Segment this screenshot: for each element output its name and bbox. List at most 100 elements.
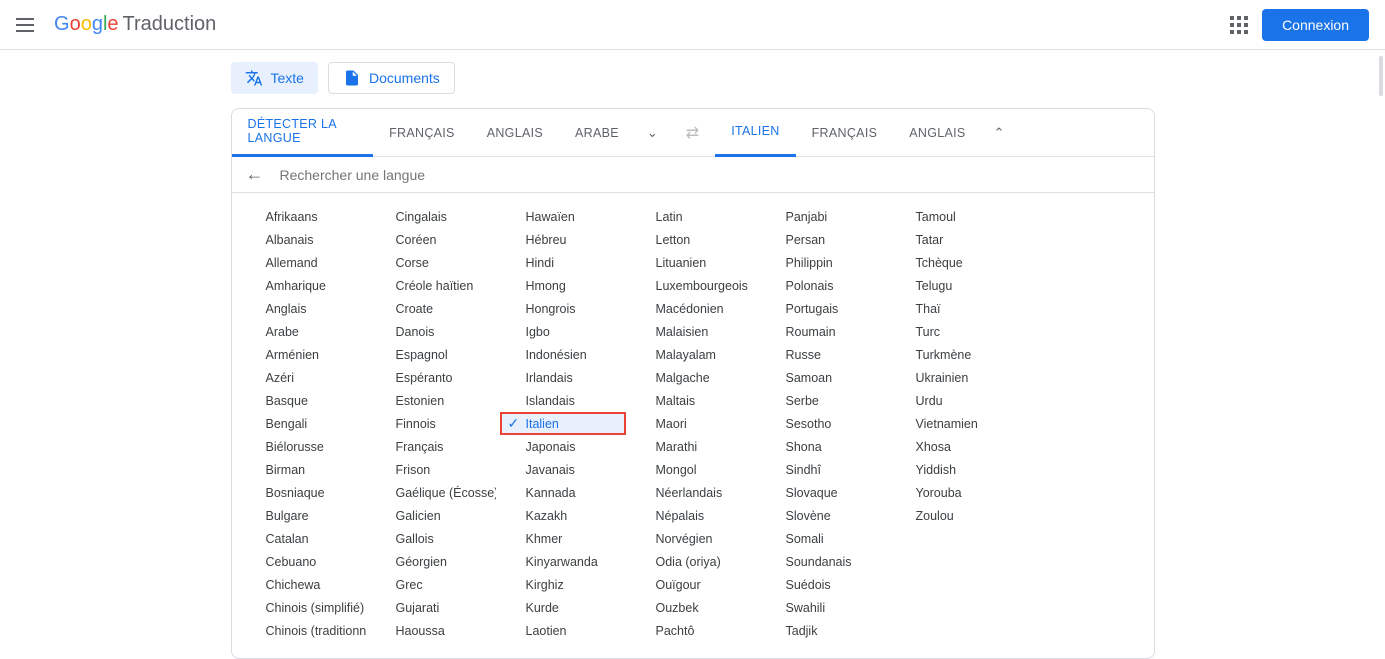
language-option[interactable]: Espéranto [370,366,496,389]
language-option[interactable]: Ouïgour [630,573,756,596]
language-option[interactable]: Panjabi [760,205,886,228]
language-option[interactable]: Kannada [500,481,626,504]
language-option[interactable]: Kazakh [500,504,626,527]
language-option[interactable]: Bosniaque [240,481,366,504]
language-option[interactable]: Macédonien [630,297,756,320]
language-option[interactable]: Tchèque [890,251,1016,274]
language-option[interactable]: Bengali [240,412,366,435]
language-option[interactable]: Thaï [890,297,1016,320]
language-option[interactable]: Zoulou [890,504,1016,527]
source-tab[interactable]: FRANÇAIS [373,109,471,157]
language-option[interactable]: Croate [370,297,496,320]
chevron-up-icon[interactable]: ⌃ [982,125,1017,141]
language-option[interactable]: Gaélique (Écosse) [370,481,496,504]
language-option[interactable]: Turc [890,320,1016,343]
language-option[interactable]: Irlandais [500,366,626,389]
language-option[interactable]: Hongrois [500,297,626,320]
language-option[interactable]: Maltais [630,389,756,412]
language-option[interactable]: Roumain [760,320,886,343]
language-option[interactable]: Hébreu [500,228,626,251]
language-option[interactable]: Xhosa [890,435,1016,458]
language-option[interactable]: Estonien [370,389,496,412]
language-option[interactable]: Birman [240,458,366,481]
mode-documents[interactable]: Documents [328,62,455,94]
scrollbar[interactable] [1379,56,1383,96]
language-option[interactable]: Hawaïen [500,205,626,228]
language-option[interactable]: Catalan [240,527,366,550]
language-option[interactable]: Chinois (simplifié) [240,596,366,619]
language-option[interactable]: Indonésien [500,343,626,366]
language-option[interactable]: Allemand [240,251,366,274]
language-option[interactable]: Corse [370,251,496,274]
language-option[interactable]: Tatar [890,228,1016,251]
language-option[interactable]: Gallois [370,527,496,550]
logo[interactable]: G o o g l e Traduction [54,13,216,36]
language-option[interactable]: Kinyarwanda [500,550,626,573]
language-option[interactable]: Hindi [500,251,626,274]
language-option[interactable]: Laotien [500,619,626,642]
language-option[interactable]: Maori [630,412,756,435]
language-option[interactable]: Yorouba [890,481,1016,504]
language-option[interactable]: Gujarati [370,596,496,619]
language-option[interactable]: Galicien [370,504,496,527]
language-option[interactable]: Tadjik [760,619,886,642]
source-tab[interactable]: ARABE [559,109,635,157]
language-option[interactable]: Islandais [500,389,626,412]
language-option[interactable]: Swahili [760,596,886,619]
language-option[interactable]: Afrikaans [240,205,366,228]
language-option[interactable]: Khmer [500,527,626,550]
language-option[interactable]: Luxembourgeois [630,274,756,297]
language-option[interactable]: Telugu [890,274,1016,297]
language-option[interactable]: Urdu [890,389,1016,412]
language-option[interactable]: Suédois [760,573,886,596]
language-option[interactable]: Bulgare [240,504,366,527]
language-option[interactable]: Samoan [760,366,886,389]
language-option[interactable]: Kirghiz [500,573,626,596]
language-option[interactable]: Créole haïtien [370,274,496,297]
language-option[interactable]: Géorgien [370,550,496,573]
language-option[interactable]: Marathi [630,435,756,458]
language-option[interactable]: Basque [240,389,366,412]
language-option[interactable]: Haoussa [370,619,496,642]
language-option[interactable]: Soundanais [760,550,886,573]
language-option[interactable]: Shona [760,435,886,458]
language-option[interactable]: Malayalam [630,343,756,366]
language-option[interactable]: Pachtô [630,619,756,642]
target-tab[interactable]: FRANÇAIS [796,109,894,157]
language-option[interactable]: Arménien [240,343,366,366]
language-option[interactable]: Népalais [630,504,756,527]
language-option[interactable]: Cingalais [370,205,496,228]
language-option[interactable]: Ouzbek [630,596,756,619]
language-option[interactable]: Malaisien [630,320,756,343]
language-option[interactable]: Arabe [240,320,366,343]
language-option[interactable]: Japonais [500,435,626,458]
language-option[interactable]: Sindhî [760,458,886,481]
language-option[interactable]: ✓Italien [500,412,626,435]
language-option[interactable]: Portugais [760,297,886,320]
language-option[interactable]: Espagnol [370,343,496,366]
language-option[interactable]: Philippin [760,251,886,274]
language-option[interactable]: Hmong [500,274,626,297]
language-option[interactable]: Polonais [760,274,886,297]
language-option[interactable]: Serbe [760,389,886,412]
language-option[interactable]: Anglais [240,297,366,320]
language-option[interactable]: Ukrainien [890,366,1016,389]
language-option[interactable]: Javanais [500,458,626,481]
language-option[interactable]: Tamoul [890,205,1016,228]
menu-icon[interactable] [16,13,40,37]
source-tab-detect[interactable]: DÉTECTER LA LANGUE [232,109,374,157]
language-option[interactable]: Mongol [630,458,756,481]
language-option[interactable]: Slovaque [760,481,886,504]
apps-icon[interactable] [1230,16,1248,34]
language-option[interactable]: Malgache [630,366,756,389]
language-option[interactable]: Letton [630,228,756,251]
language-option[interactable]: Chichewa [240,573,366,596]
language-option[interactable]: Slovène [760,504,886,527]
language-option[interactable]: Lituanien [630,251,756,274]
language-option[interactable]: Norvégien [630,527,756,550]
language-option[interactable]: Yiddish [890,458,1016,481]
language-option[interactable]: Frison [370,458,496,481]
language-option[interactable]: Vietnamien [890,412,1016,435]
target-tab[interactable]: ANGLAIS [893,109,981,157]
source-tab[interactable]: ANGLAIS [471,109,559,157]
